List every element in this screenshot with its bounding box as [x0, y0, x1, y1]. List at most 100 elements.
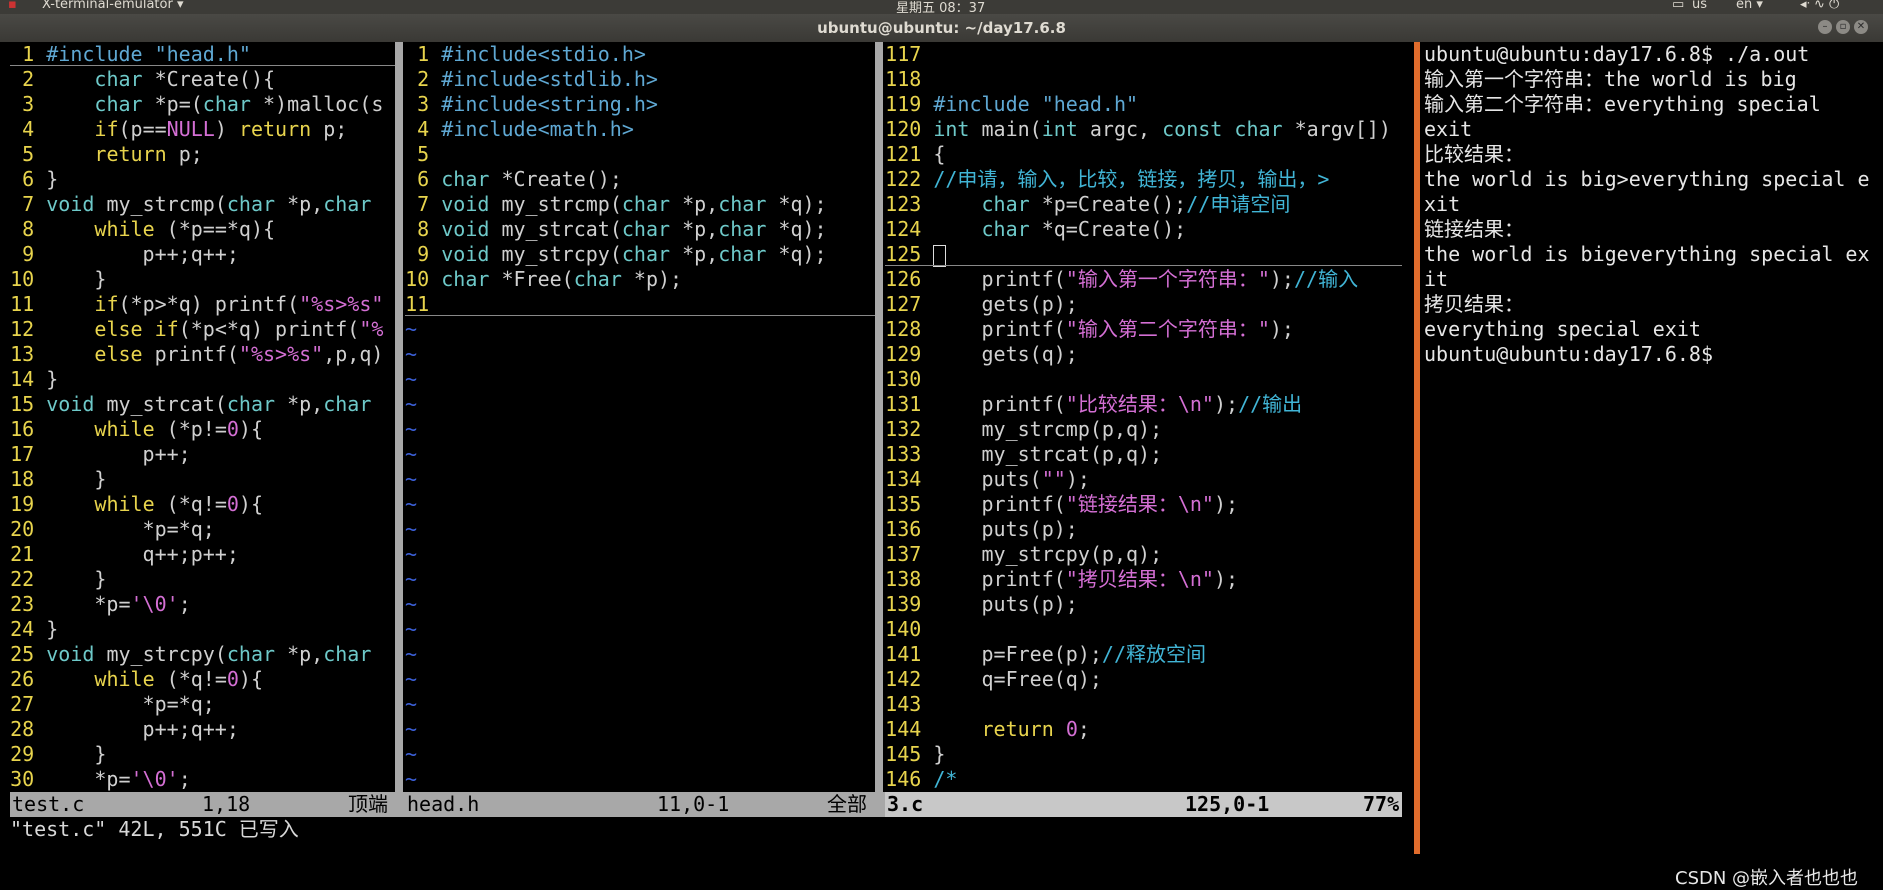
code-line[interactable]: 1 #include "head.h" — [10, 42, 395, 67]
code-line[interactable]: 141 p=Free(p);//释放空间 — [885, 642, 1402, 667]
code-line[interactable]: 23 *p='\0'; — [10, 592, 395, 617]
code-line[interactable]: 3 #include<string.h> — [405, 92, 875, 117]
empty-line-marker: ~ — [405, 767, 418, 791]
code-line[interactable]: 134 puts(""); — [885, 467, 1402, 492]
code-line[interactable]: 30 *p='\0'; — [10, 767, 395, 792]
line-number: 13 — [10, 342, 35, 366]
code-line[interactable]: 124 char *q=Create(); — [885, 217, 1402, 242]
code-line[interactable]: 22 } — [10, 567, 395, 592]
shell-output-line: 比较结果： — [1424, 142, 1524, 166]
code-text: gets(q); — [921, 342, 1078, 366]
code-line[interactable]: 118 — [885, 67, 1402, 92]
code-line[interactable]: 129 gets(q); — [885, 342, 1402, 367]
code-line[interactable]: 21 q++;p++; — [10, 542, 395, 567]
code-line[interactable]: 2 #include<stdlib.h> — [405, 67, 875, 92]
code-line[interactable]: 7 void my_strcmp(char *p,char — [10, 192, 395, 217]
code-line[interactable]: 4 #include<math.h> — [405, 117, 875, 142]
code-line[interactable]: 127 gets(p); — [885, 292, 1402, 317]
code-text: void my_strcmp(char *p,char — [46, 192, 372, 216]
code-line[interactable]: 15 void my_strcat(char *p,char — [10, 392, 395, 417]
line-number: 6 — [22, 167, 35, 191]
code-line[interactable]: 10 char *Free(char *p); — [405, 267, 875, 292]
code-line[interactable]: 117 — [885, 42, 1402, 67]
pane-separator[interactable] — [395, 42, 403, 792]
code-line[interactable]: 26 while (*q!=0){ — [10, 667, 395, 692]
code-line[interactable]: 144 return 0; — [885, 717, 1402, 742]
code-line[interactable]: 19 while (*q!=0){ — [10, 492, 395, 517]
keyboard-layout[interactable]: us — [1692, 0, 1707, 12]
code-line[interactable]: 121 { — [885, 142, 1402, 167]
system-tray-icons[interactable]: ◂ᐧ ∿ ⏻ — [1800, 0, 1839, 12]
shell-output-pane[interactable]: ubuntu@ubuntu:day17.6.8$ ./a.out 输入第一个字符串… — [1420, 42, 1875, 854]
code-line[interactable]: 143 — [885, 692, 1402, 717]
code-line[interactable]: 6 } — [10, 167, 395, 192]
code-line[interactable]: 14 } — [10, 367, 395, 392]
vim-pane-3-c[interactable]: 117 118 119 #include "head.h" 120 int mai… — [885, 42, 1402, 792]
code-line[interactable]: 8 while (*p==*q){ — [10, 217, 395, 242]
code-line[interactable]: 123 char *p=Create();//申请空间 — [885, 192, 1402, 217]
code-line[interactable]: 122 //申请，输入，比较，链接，拷贝，输出，> — [885, 167, 1402, 192]
keyboard-indicator-icon[interactable]: ▭ — [1672, 0, 1684, 12]
code-line[interactable]: 1 #include<stdio.h> — [405, 42, 875, 67]
code-line[interactable]: 4 if(p==NULL) return p; — [10, 117, 395, 142]
window-titlebar[interactable]: ubuntu@ubuntu: ~/day17.6.8 — [0, 14, 1883, 42]
code-line[interactable]: 137 my_strcpy(p,q); — [885, 542, 1402, 567]
code-line[interactable]: 10 } — [10, 267, 395, 292]
line-number: 5 — [417, 142, 430, 166]
app-menu-icon[interactable]: ▪ — [8, 0, 17, 12]
code-line[interactable]: 3 char *p=(char *)malloc(s — [10, 92, 395, 117]
pane-separator[interactable] — [875, 42, 883, 792]
code-line[interactable]: 131 printf("比较结果：\n");//输出 — [885, 392, 1402, 417]
clock[interactable]: 星期五 08：37 — [896, 0, 985, 14]
code-line[interactable]: 139 puts(p); — [885, 592, 1402, 617]
code-line[interactable]: 20 *p=*q; — [10, 517, 395, 542]
code-line[interactable]: 28 p++;q++; — [10, 717, 395, 742]
empty-line-marker: ~ — [405, 492, 418, 516]
code-line[interactable]: 133 my_strcat(p,q); — [885, 442, 1402, 467]
code-line[interactable]: 17 p++; — [10, 442, 395, 467]
code-line[interactable]: 119 #include "head.h" — [885, 92, 1402, 117]
code-line[interactable]: 27 *p=*q; — [10, 692, 395, 717]
code-line[interactable]: 18 } — [10, 467, 395, 492]
code-line[interactable]: 142 q=Free(q); — [885, 667, 1402, 692]
code-line[interactable]: 2 char *Create(){ — [10, 67, 395, 92]
vim-pane-test-c[interactable]: 1 #include "head.h" 2 char *Create(){3 ch… — [10, 42, 395, 792]
code-line[interactable]: 132 my_strcmp(p,q); — [885, 417, 1402, 442]
maximize-button[interactable]: ▫ — [1836, 20, 1850, 34]
code-line[interactable]: 7 void my_strcmp(char *p,char *q); — [405, 192, 875, 217]
code-line[interactable]: 146 /* — [885, 767, 1402, 792]
minimize-button[interactable]: – — [1818, 20, 1832, 34]
code-line[interactable]: 145 } — [885, 742, 1402, 767]
code-line[interactable]: 5 — [405, 142, 875, 167]
code-line[interactable]: 125 — [885, 242, 1402, 267]
vim-pane-head-h[interactable]: 1 #include<stdio.h> 2 #include<stdlib.h> 3… — [405, 42, 875, 792]
code-line[interactable]: 11 — [405, 292, 875, 317]
code-line[interactable]: 130 — [885, 367, 1402, 392]
code-line[interactable]: 126 printf("输入第一个字符串：");//输入 — [885, 267, 1402, 292]
code-line[interactable]: 13 else printf("%s>%s",p,q) — [10, 342, 395, 367]
code-line[interactable]: 6 char *Create(); — [405, 167, 875, 192]
vim-command-line[interactable]: "test.c" 42L, 551C 已写入 — [10, 817, 299, 842]
code-line[interactable]: 25 void my_strcpy(char *p,char — [10, 642, 395, 667]
code-line[interactable]: 11 if(*p>*q) printf("%s>%s" — [10, 292, 395, 317]
terminal-area[interactable]: 1 #include "head.h" 2 char *Create(){3 ch… — [0, 42, 1883, 889]
code-line[interactable]: 138 printf("拷贝结果：\n"); — [885, 567, 1402, 592]
code-line[interactable]: 9 void my_strcpy(char *p,char *q); — [405, 242, 875, 267]
code-line[interactable]: 29 } — [10, 742, 395, 767]
language-menu[interactable]: en ▾ — [1736, 0, 1763, 12]
code-line[interactable]: 140 — [885, 617, 1402, 642]
statusbar-head-h: head.h 11,0-1 全部 — [405, 792, 885, 817]
code-line[interactable]: 5 return p; — [10, 142, 395, 167]
code-line[interactable]: 24 } — [10, 617, 395, 642]
code-line[interactable]: 12 else if(*p<*q) printf("% — [10, 317, 395, 342]
line-number: 3 — [417, 92, 430, 116]
code-line[interactable]: 135 printf("链接结果：\n"); — [885, 492, 1402, 517]
code-line[interactable]: 136 puts(p); — [885, 517, 1402, 542]
code-line[interactable]: 120 int main(int argc, const char *argv[… — [885, 117, 1402, 142]
code-line[interactable]: 9 p++;q++; — [10, 242, 395, 267]
code-line[interactable]: 128 printf("输入第二个字符串："); — [885, 317, 1402, 342]
close-button[interactable]: ✕ — [1854, 20, 1868, 34]
code-line[interactable]: 16 while (*p!=0){ — [10, 417, 395, 442]
code-line[interactable]: 8 void my_strcat(char *p,char *q); — [405, 217, 875, 242]
app-menu-label[interactable]: X-terminal-emulator ▾ — [42, 0, 183, 12]
